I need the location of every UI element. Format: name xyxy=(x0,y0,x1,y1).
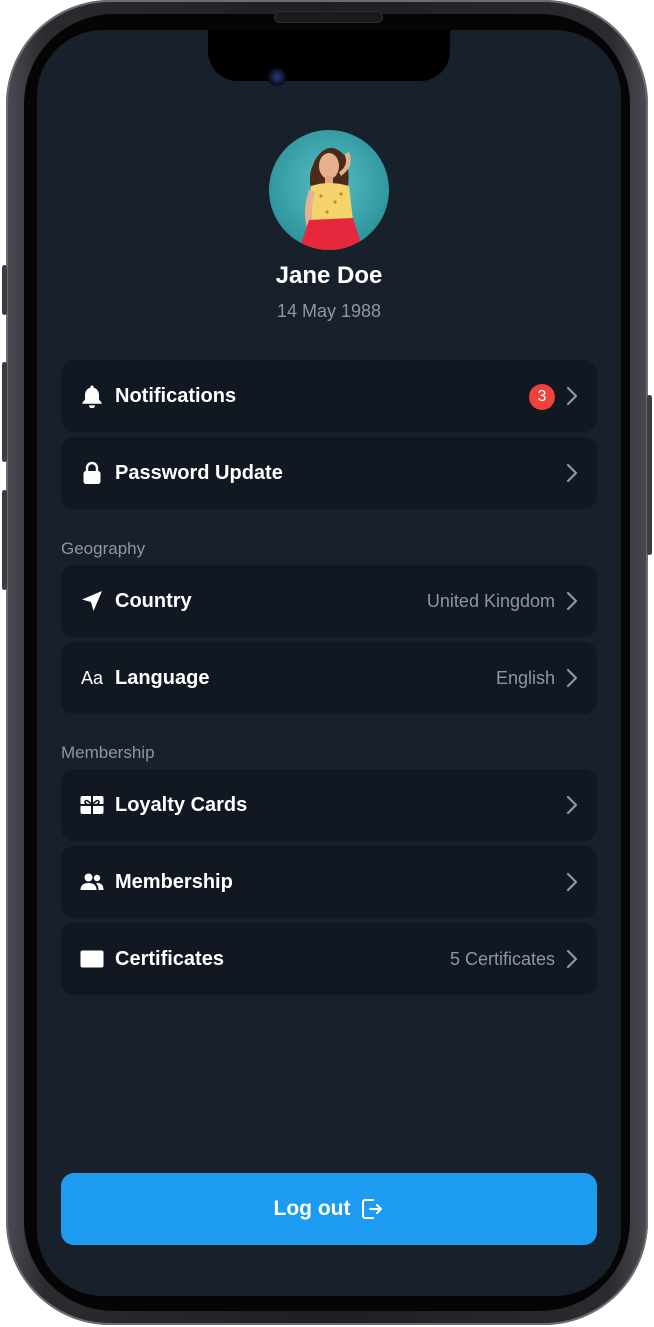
certificate-card-icon xyxy=(80,947,104,971)
row-label-certificates: Certificates xyxy=(115,948,224,970)
row-value-certificates: 5 Certificates xyxy=(449,949,555,969)
avatar[interactable] xyxy=(269,130,389,250)
text-aa-glyph: Aa xyxy=(80,667,104,688)
side-button-action xyxy=(2,265,7,315)
profile-name: Jane Doe xyxy=(275,262,383,289)
row-label-language: Language xyxy=(115,667,210,689)
settings-row-certificates[interactable]: Certificates 5 Certificates xyxy=(61,923,597,995)
gift-card-icon xyxy=(80,793,104,817)
section-title-membership: Membership xyxy=(61,743,155,762)
chevron-right-icon xyxy=(566,795,578,815)
row-label-notifications: Notifications xyxy=(115,385,237,407)
location-arrow-icon xyxy=(80,589,104,613)
logout-button[interactable]: Log out xyxy=(61,1173,597,1245)
front-camera xyxy=(268,68,286,86)
people-icon xyxy=(80,870,104,894)
earpiece-speaker xyxy=(274,11,383,23)
settings-row-language[interactable]: Aa Language English xyxy=(61,642,597,714)
screen: Jane Doe 14 May 1988 Notifications 3 Pas… xyxy=(37,30,621,1296)
chevron-right-icon xyxy=(566,949,578,969)
row-label-country: Country xyxy=(115,590,192,612)
settings-row-loyalty-cards[interactable]: Loyalty Cards xyxy=(61,769,597,841)
profile-date-of-birth: 14 May 1988 xyxy=(276,301,382,321)
notification-count-badge: 3 xyxy=(529,384,555,410)
side-button-volume-down xyxy=(2,490,7,590)
text-aa-icon: Aa xyxy=(80,666,104,690)
settings-row-membership[interactable]: Membership xyxy=(61,846,597,918)
logout-button-label: Log out xyxy=(273,1197,351,1220)
side-button-volume-up xyxy=(2,362,7,462)
settings-row-country[interactable]: Country United Kingdom xyxy=(61,565,597,637)
row-label-password-update: Password Update xyxy=(115,462,283,484)
logout-icon xyxy=(362,1199,383,1219)
chevron-right-icon xyxy=(566,463,578,483)
chevron-right-icon xyxy=(566,386,578,406)
settings-row-notifications[interactable]: Notifications 3 xyxy=(61,360,597,432)
row-label-membership: Membership xyxy=(115,871,233,893)
row-label-loyalty-cards: Loyalty Cards xyxy=(115,794,248,816)
chevron-right-icon xyxy=(566,872,578,892)
chevron-right-icon xyxy=(566,668,578,688)
row-value-country: United Kingdom xyxy=(426,591,555,611)
notch xyxy=(208,30,450,81)
bell-icon xyxy=(80,384,104,408)
lock-icon xyxy=(80,461,104,485)
section-title-geography: Geography xyxy=(61,539,146,558)
chevron-right-icon xyxy=(566,591,578,611)
settings-row-password-update[interactable]: Password Update xyxy=(61,437,597,509)
row-value-language: English xyxy=(495,668,555,688)
side-button-power xyxy=(647,395,652,555)
